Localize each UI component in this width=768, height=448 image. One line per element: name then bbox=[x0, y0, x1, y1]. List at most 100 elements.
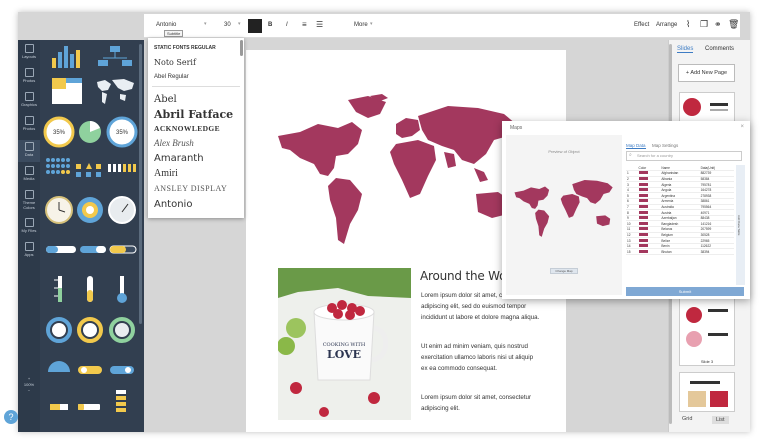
link-icon[interactable]: ⚭ bbox=[714, 19, 722, 30]
font-option[interactable]: Abel Regular bbox=[154, 74, 189, 80]
rail-item-apps[interactable]: Apps bbox=[18, 242, 40, 257]
pie-chart-widget[interactable]: 35% bbox=[43, 116, 75, 148]
mug-photo[interactable]: COOKING WITH LOVE bbox=[278, 268, 411, 420]
tab-comments[interactable]: Comments bbox=[705, 46, 734, 52]
chevron-down-icon[interactable]: ▾ bbox=[238, 21, 241, 27]
gauge-widget[interactable] bbox=[108, 196, 136, 224]
donut-widget[interactable] bbox=[77, 317, 103, 343]
text-color-swatch[interactable] bbox=[248, 19, 262, 33]
close-icon[interactable]: × bbox=[740, 124, 744, 130]
pie-chart-widget[interactable] bbox=[79, 121, 101, 143]
table-widget[interactable] bbox=[52, 78, 82, 104]
palette-icon bbox=[24, 190, 34, 199]
add-page-button[interactable]: + Add New Page bbox=[678, 64, 735, 82]
country-search-input[interactable]: Search for a country bbox=[626, 151, 742, 161]
font-option[interactable]: Abril Fatface bbox=[154, 108, 233, 121]
table-row[interactable]: 15 Bhutan 38394 bbox=[626, 248, 734, 255]
font-style-select[interactable]: Subtitle bbox=[164, 30, 184, 37]
copy-icon[interactable]: ❐ bbox=[700, 19, 708, 30]
icon-chart-widget[interactable] bbox=[46, 158, 70, 174]
effect-button[interactable]: Effect bbox=[634, 22, 649, 28]
org-chart-widget[interactable] bbox=[98, 46, 132, 66]
dial-widget[interactable] bbox=[77, 197, 103, 223]
thermometer-widget[interactable] bbox=[117, 276, 127, 303]
donut-widget[interactable] bbox=[109, 317, 135, 343]
zoom-control[interactable]: +100% − bbox=[18, 376, 40, 394]
font-option[interactable]: Abel bbox=[154, 94, 177, 105]
world-map[interactable] bbox=[278, 94, 518, 254]
slide-thumbnail[interactable] bbox=[679, 92, 735, 124]
trash-icon[interactable]: 🗑 bbox=[728, 19, 739, 30]
country-value[interactable]: 38394 bbox=[699, 248, 734, 255]
rail-item-media[interactable]: Media bbox=[18, 166, 40, 181]
maps-dialog[interactable]: Maps × Preview of Object Change Map Map … bbox=[502, 121, 750, 299]
arrange-button[interactable]: Arrange bbox=[656, 22, 677, 28]
rail-item-photos[interactable]: Photos bbox=[18, 68, 40, 83]
change-map-button[interactable]: Change Map bbox=[550, 268, 578, 274]
progress-widget[interactable] bbox=[46, 246, 76, 253]
font-option[interactable]: Amaranth bbox=[154, 153, 204, 164]
pie-chart-widget[interactable]: 35% bbox=[106, 116, 138, 148]
rail-item-theme-colors[interactable]: Theme Colors bbox=[18, 190, 40, 210]
people-chart-widget[interactable] bbox=[108, 164, 136, 172]
bold-button[interactable]: B bbox=[268, 22, 272, 28]
world-map-widget[interactable] bbox=[97, 79, 134, 104]
half-gauge-widget[interactable] bbox=[48, 361, 70, 372]
list-view-button[interactable]: List bbox=[712, 416, 729, 424]
rail-label: Graphics bbox=[20, 102, 37, 107]
font-option[interactable]: ACKNOWLEDGE bbox=[154, 124, 220, 133]
toggle-widget[interactable] bbox=[110, 366, 134, 374]
progress-widget[interactable] bbox=[80, 246, 106, 253]
bar-chart-widget[interactable] bbox=[52, 46, 80, 68]
battery-widget[interactable] bbox=[50, 404, 68, 410]
thermometer-widget[interactable] bbox=[87, 276, 93, 302]
rail-label: Apps bbox=[24, 252, 34, 257]
progress-widget[interactable] bbox=[109, 245, 137, 254]
clock-widget[interactable] bbox=[45, 196, 73, 224]
rail-item-layouts[interactable]: Layouts bbox=[18, 44, 40, 59]
font-family-select[interactable]: Antonio bbox=[156, 22, 176, 28]
slide-thumbnail[interactable] bbox=[679, 372, 735, 412]
font-dropdown[interactable]: STATIC FONTS REGULAR Noto Serif Abel Reg… bbox=[148, 38, 244, 218]
font-option[interactable]: Amiri bbox=[154, 168, 178, 179]
country-name[interactable]: Bhutan bbox=[660, 248, 700, 255]
brush-icon[interactable]: ⌇ bbox=[686, 19, 690, 30]
list-icon[interactable]: ☰ bbox=[316, 20, 323, 29]
tab-map-settings[interactable]: Map Settings bbox=[652, 143, 678, 148]
help-button[interactable]: ? bbox=[4, 410, 18, 424]
rail-item-images[interactable]: Photos bbox=[18, 116, 40, 131]
font-option[interactable]: ANSLEY DISPLAY bbox=[154, 184, 227, 193]
font-option[interactable]: Noto Serif bbox=[154, 58, 196, 67]
rail-item-my-files[interactable]: My Files bbox=[18, 218, 40, 233]
dropdown-scrollbar[interactable] bbox=[240, 40, 243, 56]
map-preview bbox=[514, 179, 613, 237]
rail-item-data[interactable]: Data bbox=[18, 140, 40, 162]
font-size-select[interactable]: 30 bbox=[224, 22, 231, 28]
paragraph[interactable]: Lorem ipsum dolor sit amet, consectetur … bbox=[421, 392, 541, 414]
color-swatch[interactable] bbox=[637, 248, 661, 255]
font-option[interactable]: Antonio bbox=[154, 199, 192, 210]
mug-illustration: COOKING WITH LOVE bbox=[278, 268, 411, 420]
map-data-table[interactable]: Color Name Data(Unit) 1 Afghanistan 882739… bbox=[626, 165, 734, 255]
more-button[interactable]: More bbox=[354, 22, 368, 28]
font-option[interactable]: Alex Brush bbox=[154, 138, 194, 148]
widgets-scrollbar[interactable] bbox=[139, 44, 142, 324]
paragraph[interactable]: Ut enim ad minim veniam, quis nostrud ex… bbox=[421, 341, 541, 374]
submit-button[interactable]: Submit bbox=[626, 287, 744, 296]
donut-widget[interactable] bbox=[46, 317, 72, 343]
tab-slides[interactable]: Slides bbox=[677, 46, 694, 53]
chevron-down-icon[interactable]: ▾ bbox=[370, 21, 373, 27]
italic-button[interactable]: I bbox=[286, 22, 288, 28]
thermometer-widget[interactable] bbox=[54, 276, 62, 302]
slide-thumbnail[interactable]: Slide 3 bbox=[679, 298, 735, 366]
shape-chart-widget[interactable] bbox=[76, 163, 101, 177]
align-icon[interactable]: ≡ bbox=[302, 20, 307, 29]
grid-view-button[interactable]: Grid bbox=[682, 416, 692, 422]
battery-widget[interactable] bbox=[78, 404, 100, 410]
toggle-widget[interactable] bbox=[78, 366, 102, 374]
rail-item-graphics[interactable]: Graphics bbox=[18, 92, 40, 107]
add-data-table-handle[interactable]: Add Data Table bbox=[736, 165, 745, 285]
chevron-down-icon[interactable]: ▾ bbox=[204, 21, 207, 27]
stacked-widget[interactable] bbox=[116, 390, 126, 412]
tab-map-data[interactable]: Map Data bbox=[626, 143, 646, 149]
